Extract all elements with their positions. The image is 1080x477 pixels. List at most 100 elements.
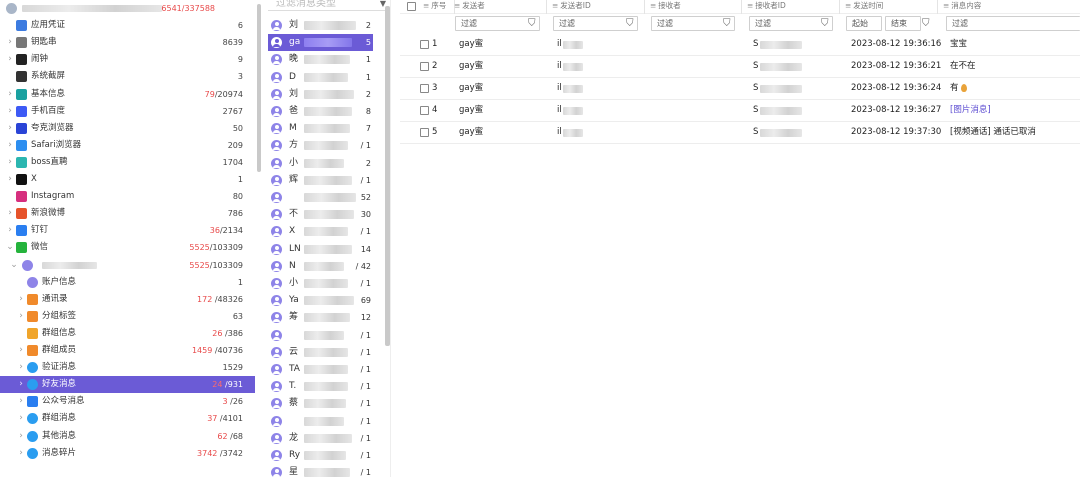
tree-root[interactable]: 6541/337588 bbox=[0, 0, 255, 17]
tree-item[interactable]: › boss直聘 1704 bbox=[0, 154, 255, 171]
contact-item[interactable]: M7 bbox=[268, 120, 373, 137]
chevron-right-icon[interactable]: › bbox=[6, 137, 14, 154]
time-start-input[interactable]: 起始 bbox=[846, 16, 882, 31]
tree-item[interactable]: › 夸克浏览器 50 bbox=[0, 120, 255, 137]
contact-item[interactable]: 云 / 1 bbox=[268, 344, 373, 361]
chevron-right-icon[interactable]: › bbox=[6, 34, 14, 51]
chevron-right-icon[interactable]: › bbox=[17, 291, 25, 308]
chevron-right-icon[interactable]: › bbox=[6, 222, 14, 239]
tree-item[interactable]: › 公众号消息 3 /26 bbox=[0, 393, 255, 410]
chevron-right-icon[interactable]: › bbox=[17, 308, 25, 325]
contact-item[interactable]: 辉 / 1 bbox=[268, 172, 373, 189]
table-row[interactable]: 1 gay蜜 il S 2023-08-12 19:36:16 宝宝 bbox=[400, 34, 1080, 56]
column-receiver-id[interactable]: ≡ 接收者ID bbox=[741, 0, 840, 14]
contact-item[interactable]: 小2 bbox=[268, 155, 373, 172]
chevron-right-icon[interactable]: › bbox=[6, 154, 14, 171]
tree-item[interactable]: › 基本信息 79/20974 bbox=[0, 86, 255, 103]
tree-item[interactable]: › 新浪微博 786 bbox=[0, 205, 255, 222]
contact-item[interactable]: D1 bbox=[268, 69, 373, 86]
tree-item[interactable]: 群组信息 26 /386 bbox=[0, 325, 255, 342]
contact-item[interactable]: 筹 12 bbox=[268, 309, 373, 326]
column-sender[interactable]: ≡ 发送者 bbox=[448, 0, 547, 14]
tree-item[interactable]: › 群组成员 1459 /40736 bbox=[0, 342, 255, 359]
chevron-right-icon[interactable]: › bbox=[17, 342, 25, 359]
contact-scrollbar[interactable] bbox=[385, 6, 390, 346]
contact-item[interactable]: 龙 / 1 bbox=[268, 430, 373, 447]
column-receiver[interactable]: ≡ 接收者 bbox=[644, 0, 742, 14]
contact-item[interactable]: T. / 1 bbox=[268, 378, 373, 395]
contact-item[interactable]: LN 14 bbox=[268, 241, 373, 258]
contact-item[interactable]: / 1 bbox=[268, 327, 373, 344]
contact-item[interactable]: 蔡 / 1 bbox=[268, 395, 373, 412]
chevron-right-icon[interactable]: › bbox=[17, 445, 25, 462]
table-row[interactable]: 2 gay蜜 il S 2023-08-12 19:36:21 在不在 bbox=[400, 56, 1080, 78]
tree-item[interactable]: › 好友消息 24 /931 bbox=[0, 376, 255, 394]
tree-item[interactable]: › 闹钟 9 bbox=[0, 51, 255, 68]
chevron-right-icon[interactable]: › bbox=[6, 171, 14, 188]
chevron-right-icon[interactable]: › bbox=[17, 359, 25, 376]
chevron-right-icon[interactable]: › bbox=[6, 86, 14, 103]
tree-item[interactable]: 应用凭证 6 bbox=[0, 17, 255, 34]
contact-item[interactable]: Ry / 1 bbox=[268, 447, 373, 464]
time-end-input[interactable]: 结束 bbox=[885, 16, 921, 31]
chevron-right-icon[interactable]: › bbox=[6, 120, 14, 137]
table-row[interactable]: 5 gay蜜 il S 2023-08-12 19:37:30 [视频通话] 通话已取消 bbox=[400, 122, 1080, 144]
column-content[interactable]: ≡ 消息内容 bbox=[937, 0, 1080, 14]
row-content[interactable]: [图片消息] bbox=[950, 100, 991, 121]
tree-item[interactable]: › 群组消息 37 /4101 bbox=[0, 410, 255, 427]
tree-item[interactable]: › 钉钉 36/2134 bbox=[0, 222, 255, 239]
contact-item[interactable]: 小 / 1 bbox=[268, 275, 373, 292]
contact-item[interactable]: 晚1 bbox=[268, 51, 373, 68]
contact-item[interactable]: N / 42 bbox=[268, 258, 373, 275]
table-row[interactable]: 3 gay蜜 il S 2023-08-12 19:36:24 有 bbox=[400, 78, 1080, 100]
tree-item[interactable]: › 手机百度 2767 bbox=[0, 103, 255, 120]
content-filter-input[interactable]: 过滤 bbox=[946, 16, 1080, 31]
tree-item[interactable]: › 钥匙串 8639 bbox=[0, 34, 255, 51]
filter-icon[interactable]: ⛉ bbox=[723, 17, 731, 30]
chevron-right-icon[interactable]: › bbox=[6, 103, 14, 120]
select-all-checkbox[interactable] bbox=[407, 2, 416, 11]
tree-item[interactable]: 系统截屏 3 bbox=[0, 68, 255, 85]
chevron-right-icon[interactable]: › bbox=[6, 205, 14, 222]
contact-item[interactable]: 方 / 1 bbox=[268, 137, 373, 154]
chevron-down-icon[interactable]: ⌄ bbox=[10, 257, 18, 274]
contact-item[interactable]: 刘2 bbox=[268, 17, 373, 34]
tree-item[interactable]: › 消息碎片 3742 /3742 bbox=[0, 445, 255, 462]
chevron-right-icon[interactable]: › bbox=[17, 428, 25, 445]
filter-icon[interactable]: ⛉ bbox=[922, 17, 930, 30]
contact-item[interactable]: ga 5 bbox=[268, 34, 373, 52]
filter-icon[interactable]: ⛉ bbox=[626, 17, 634, 30]
tree-item[interactable]: › 分组标签 63 bbox=[0, 308, 255, 325]
contact-item[interactable]: 爸8 bbox=[268, 103, 373, 120]
contact-item[interactable]: 星 / 1 bbox=[268, 464, 373, 477]
filter-icon[interactable]: ⛉ bbox=[528, 17, 536, 30]
tree-item[interactable]: 账户信息 1 bbox=[0, 274, 255, 291]
contact-item[interactable]: / 1 bbox=[268, 413, 373, 430]
chevron-right-icon[interactable]: › bbox=[6, 51, 14, 68]
tree-item[interactable]: › X 1 bbox=[0, 171, 255, 188]
contact-item[interactable]: 52 bbox=[268, 189, 373, 206]
contact-item[interactable]: X / 1 bbox=[268, 223, 373, 240]
chevron-down-icon[interactable]: ⌄ bbox=[6, 239, 14, 256]
tree-item[interactable]: ⌄ 微信 5525/103309 bbox=[0, 239, 255, 256]
row-checkbox[interactable] bbox=[420, 40, 429, 49]
tree-scrollbar[interactable] bbox=[257, 4, 261, 172]
chevron-right-icon[interactable]: › bbox=[17, 376, 25, 393]
contact-item[interactable]: TA / 1 bbox=[268, 361, 373, 378]
chevron-right-icon[interactable]: › bbox=[17, 393, 25, 410]
table-row[interactable]: 4 gay蜜 il S 2023-08-12 19:36:27 [图片消息] bbox=[400, 100, 1080, 122]
contact-item[interactable]: Ya 69 bbox=[268, 292, 373, 309]
tree-item[interactable]: › 通讯录 172 /48326 bbox=[0, 291, 255, 308]
tree-item[interactable]: › 验证消息 1529 bbox=[0, 359, 255, 376]
chevron-right-icon[interactable]: › bbox=[17, 410, 25, 427]
column-sender-id[interactable]: ≡ 发送者ID bbox=[546, 0, 645, 14]
row-checkbox[interactable] bbox=[420, 84, 429, 93]
tree-item[interactable]: Instagram 80 bbox=[0, 188, 255, 205]
filter-icon[interactable]: ⛉ bbox=[821, 17, 829, 30]
tree-item[interactable]: ⌄ 5525/103309 bbox=[0, 257, 255, 274]
tree-item[interactable]: › Safari浏览器 209 bbox=[0, 137, 255, 154]
column-send-time[interactable]: ≡ 发送时间 bbox=[839, 0, 938, 14]
contact-item[interactable]: 不 30 bbox=[268, 206, 373, 223]
tree-item[interactable]: › 其他消息 62 /68 bbox=[0, 428, 255, 445]
row-checkbox[interactable] bbox=[420, 106, 429, 115]
